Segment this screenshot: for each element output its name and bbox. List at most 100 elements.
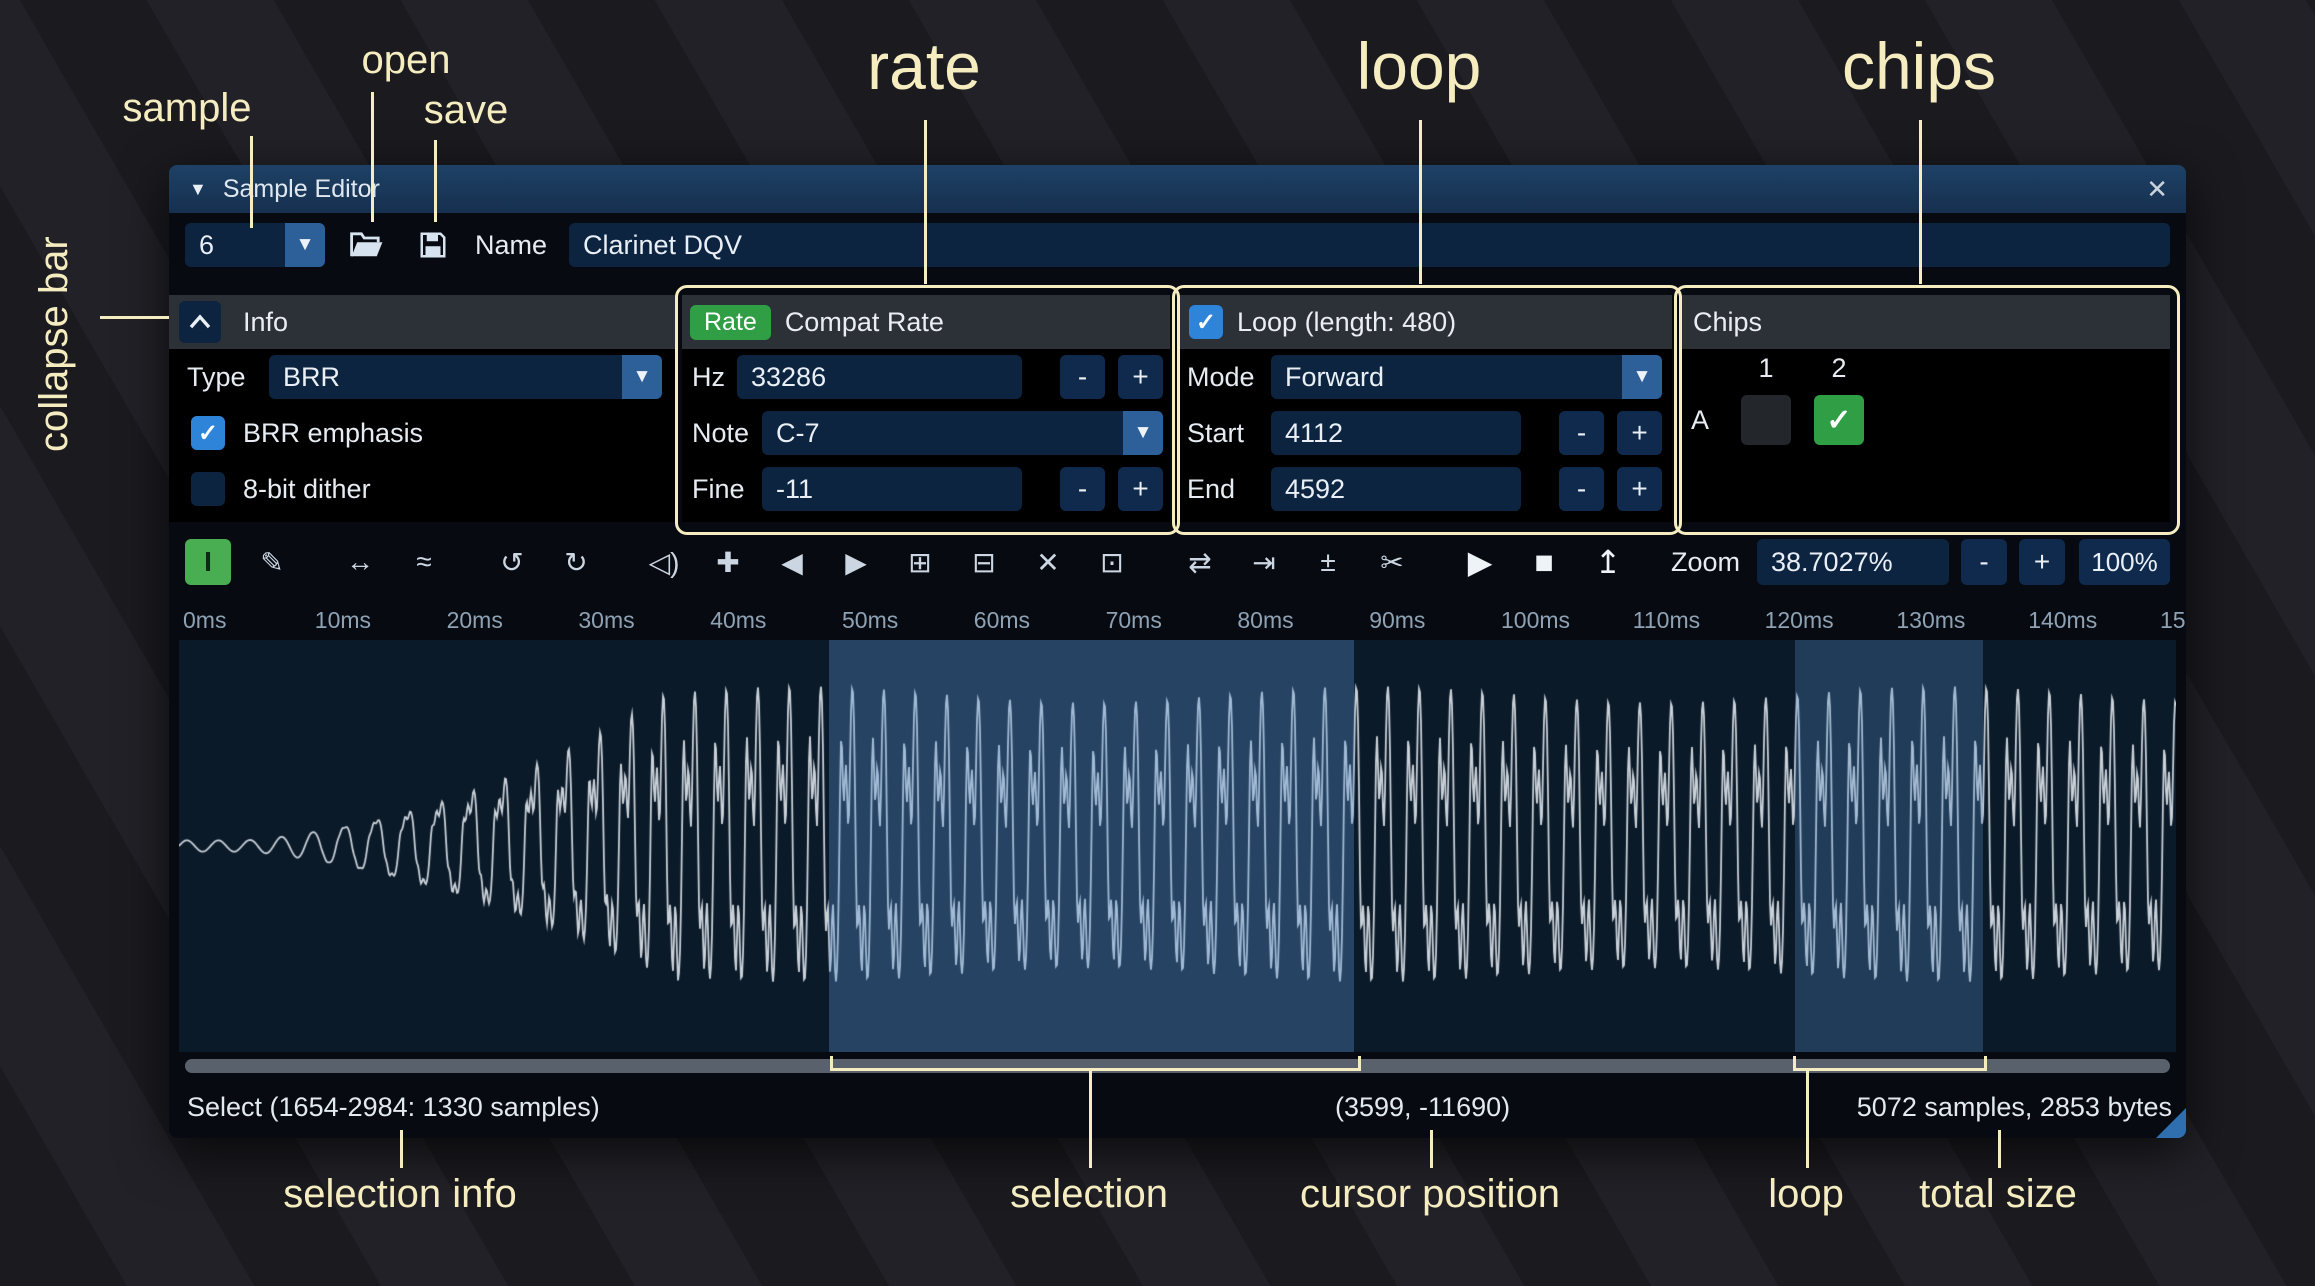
annotation-open: open [362,38,451,83]
trim-icon[interactable]: ⊡ [1089,539,1135,585]
ruler-label: 120ms [1765,607,1834,634]
chevron-up-icon [187,313,213,331]
filter-icon[interactable]: ✂ [1369,539,1415,585]
fine-plus-button[interactable]: + [1118,467,1163,511]
loop-mode-select[interactable]: Forward ▼ [1271,355,1662,399]
close-icon[interactable]: ✕ [2146,165,2168,213]
loop-panel-header: ✓ Loop (length: 480) [1177,295,1672,349]
zoom-reset-button[interactable]: 100% [2079,539,2170,585]
undo-icon[interactable]: ↺ [489,539,535,585]
chevron-down-icon[interactable]: ▼ [285,223,325,267]
window-resize-grip[interactable] [2156,1108,2186,1138]
resize-icon[interactable]: ↔ [337,539,383,585]
chip-1-checkbox[interactable] [1741,395,1791,445]
callout-bracket-loop [1793,1056,1987,1071]
chip-column-1-label: 1 [1741,353,1791,384]
loop-panel: ✓ Loop (length: 480) Mode Forward ▼ Star… [1177,295,1672,522]
hz-label: Hz [692,355,725,399]
hz-minus-button[interactable]: - [1060,355,1105,399]
chip-row-a-label: A [1691,395,1709,445]
rate-badge[interactable]: Rate [690,305,771,340]
note-select[interactable]: C-7 ▼ [762,411,1163,455]
note-value: C-7 [762,418,820,449]
resample-icon[interactable]: ≈ [401,539,447,585]
type-select[interactable]: BRR ▼ [269,355,662,399]
normalize-icon[interactable]: ✚ [705,539,751,585]
loop-end-minus-button[interactable]: - [1559,467,1604,511]
sample-number-value: 6 [185,230,214,261]
open-sample-button[interactable] [345,223,389,267]
info-panel-title: Info [243,307,288,338]
fade-in-icon[interactable]: ◀ [769,539,815,585]
brr-emphasis-checkbox[interactable]: ✓ [191,416,225,450]
check-icon: ✓ [1196,308,1216,337]
loop-end-plus-button[interactable]: + [1617,467,1662,511]
timeline-ruler[interactable]: 0ms10ms20ms30ms40ms50ms60ms70ms80ms90ms1… [169,600,2186,640]
ruler-label: 80ms [1237,607,1293,634]
rate-panel: Rate Compat Rate Hz 33286 - + Note C-7 ▼… [682,295,1170,522]
fade-out-icon[interactable]: ▶ [833,539,879,585]
chip-2-checkbox[interactable]: ✓ [1814,395,1864,445]
preview-play-icon[interactable]: ▶ [1457,539,1503,585]
rate-panel-title: Compat Rate [785,307,944,338]
ruler-label: 90ms [1369,607,1425,634]
save-sample-button[interactable] [411,223,455,267]
callout-line-cursor-position [1430,1130,1433,1168]
loop-enable-checkbox[interactable]: ✓ [1189,305,1223,339]
reverse-icon[interactable]: ⇄ [1177,539,1223,585]
edit-mode-select-icon[interactable]: I [185,539,231,585]
fine-minus-button[interactable]: - [1060,467,1105,511]
hz-input[interactable]: 33286 [737,355,1022,399]
apply-silence-icon[interactable]: ⊟ [961,539,1007,585]
sign-icon[interactable]: ± [1305,539,1351,585]
sample-number-select[interactable]: 6 ▼ [185,223,325,267]
loop-start-input[interactable]: 4112 [1271,411,1521,455]
callout-line-collapse-bar [100,316,169,319]
ruler-label: 130ms [1896,607,1965,634]
window-collapse-icon[interactable]: ▼ [189,179,207,200]
loop-start-minus-button[interactable]: - [1559,411,1604,455]
insert-silence-icon[interactable]: ⊞ [897,539,943,585]
annotation-save: save [424,88,509,133]
sample-name-value: Clarinet DQV [569,230,742,261]
dither-checkbox[interactable] [191,472,225,506]
upload-sample-icon[interactable]: ↥ [1585,539,1631,585]
waveform-view[interactable] [179,640,2176,1052]
callout-line-selection [1089,1070,1092,1168]
callout-line-save [434,140,437,222]
preview-stop-icon[interactable]: ■ [1521,539,1567,585]
edit-mode-draw-icon[interactable]: ✎ [249,539,295,585]
collapse-bar-button[interactable] [179,301,221,343]
zoom-value: 38.7027% [1757,547,1893,578]
sample-name-input[interactable]: Clarinet DQV [569,223,2170,267]
amplify-icon[interactable]: ◁) [641,539,687,585]
zoom-in-button[interactable]: + [2019,539,2065,585]
loop-end-input[interactable]: 4592 [1271,467,1521,511]
redo-icon[interactable]: ↻ [553,539,599,585]
zoom-label: Zoom [1671,537,1740,587]
chevron-down-icon[interactable]: ▼ [1622,355,1662,399]
selection-info-text: Select (1654-2984: 1330 samples) [187,1083,600,1131]
chevron-down-icon[interactable]: ▼ [622,355,662,399]
check-icon: ✓ [198,419,218,448]
info-panel: Info Type BRR ▼ ✓ BRR emphasis 8-bit dit… [169,295,676,522]
zoom-out-button[interactable]: - [1961,539,2007,585]
zoom-input[interactable]: 38.7027% [1757,539,1949,585]
waveform-canvas[interactable] [179,640,2176,1052]
callout-line-open [371,92,374,222]
title-bar: ▼ Sample Editor ✕ [169,165,2186,213]
hz-plus-button[interactable]: + [1118,355,1163,399]
loop-start-plus-button[interactable]: + [1617,411,1662,455]
save-icon [418,230,448,260]
annotation-selection: selection [1010,1172,1168,1217]
check-icon: ✓ [1826,403,1851,438]
fine-input[interactable]: -11 [762,467,1022,511]
annotation-chips: chips [1842,28,1996,104]
callout-bracket-selection [830,1056,1361,1071]
note-label: Note [692,411,749,455]
invert-icon[interactable]: ⇥ [1241,539,1287,585]
delete-icon[interactable]: ✕ [1025,539,1071,585]
dither-label: 8-bit dither [243,467,371,511]
chips-panel: Chips 1 2 A ✓ [1679,295,2170,522]
chevron-down-icon[interactable]: ▼ [1123,411,1163,455]
